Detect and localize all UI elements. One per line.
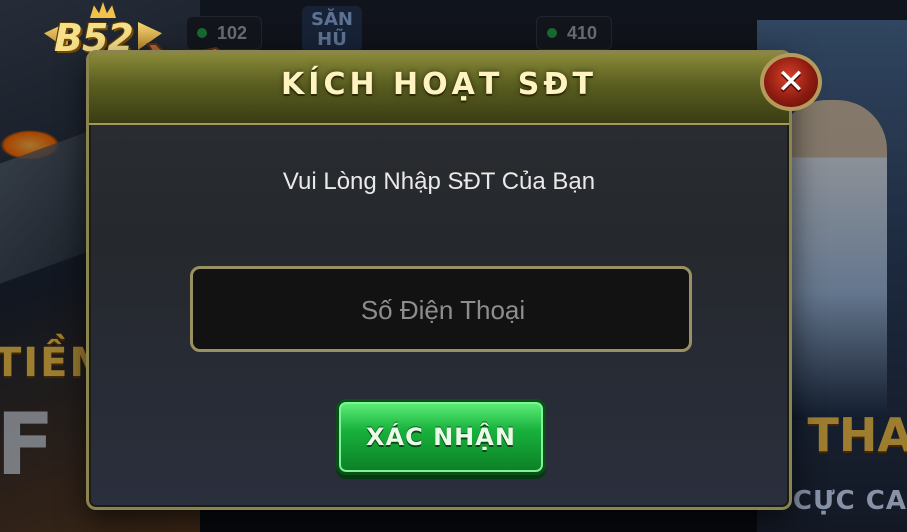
dialog-prompt: Vui Lòng Nhập SĐT Của Bạn xyxy=(282,168,596,195)
dialog-header: KÍCH HOẠT SĐT xyxy=(89,53,789,125)
confirm-button[interactable]: XÁC NHẬN xyxy=(336,399,546,475)
phone-input[interactable] xyxy=(193,269,693,351)
close-icon: ✕ xyxy=(776,62,806,102)
confirm-button-label: XÁC NHẬN xyxy=(366,423,516,451)
phone-input-frame xyxy=(190,266,693,352)
dialog-title: KÍCH HOẠT SĐT xyxy=(281,67,597,102)
close-button[interactable]: ✕ xyxy=(760,53,822,111)
